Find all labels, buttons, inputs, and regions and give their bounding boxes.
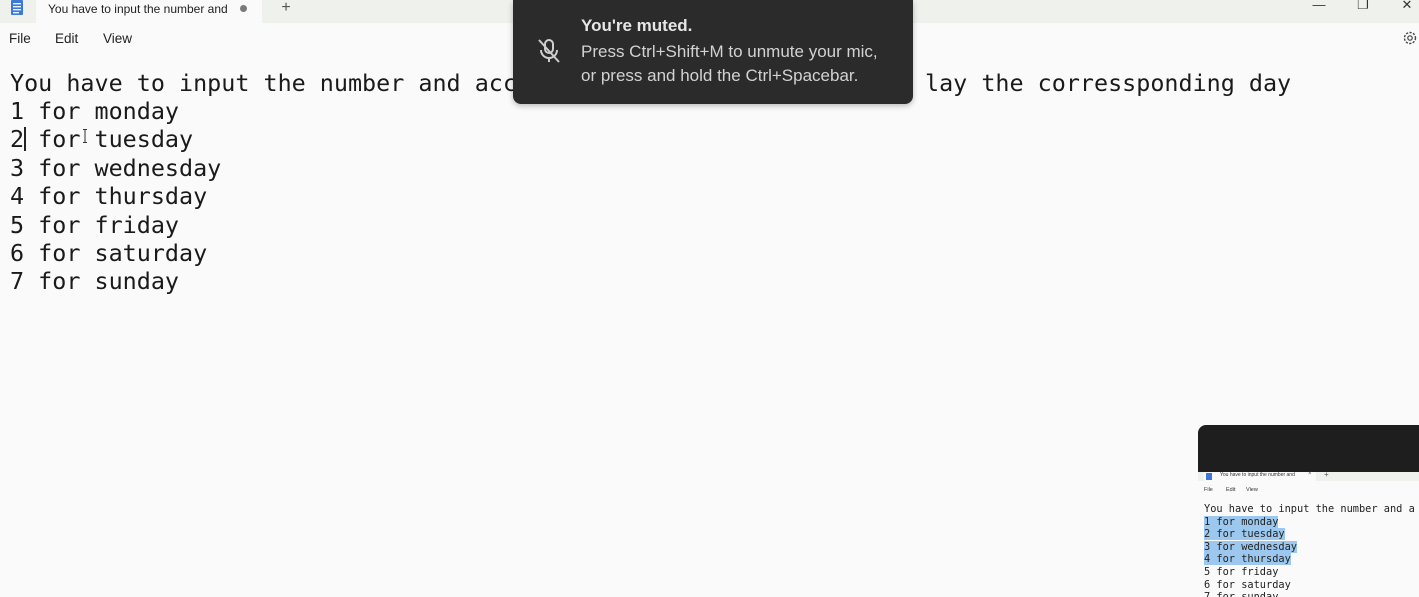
menu-file[interactable]: File [9, 31, 31, 46]
thumbnail-line-8: 7 for sunday [1204, 591, 1278, 597]
toast-line-1: Press Ctrl+Shift+M to unmute your mic, [581, 42, 878, 61]
thumbnail-menu-edit: Edit [1226, 487, 1236, 493]
muted-notification: You're muted. Press Ctrl+Shift+M to unmu… [513, 0, 913, 104]
thumbnail-tab-close-icon: × [1308, 471, 1312, 477]
notepad-window: You have to input the number and + — ❐ ✕… [0, 0, 1419, 597]
thumbnail-line-text: 1 for monday [1204, 515, 1279, 528]
thumbnail-line-text: 3 for wednesday [1204, 540, 1297, 553]
thumbnail-notepad-icon [1206, 473, 1212, 480]
editor-line-6: 5 for friday [10, 211, 179, 239]
thumbnail-line-6: 5 for friday [1204, 566, 1278, 579]
editor-line-4: 3 for wednesday [10, 154, 222, 182]
editor-line-5: 4 for thursday [10, 182, 208, 210]
thumbnail-line-text: 5 for friday [1204, 566, 1279, 578]
thumbnail-new-tab-icon: + [1324, 470, 1329, 479]
thumbnail-line-7: 6 for saturday [1204, 579, 1291, 592]
ibeam-cursor-icon [83, 129, 87, 143]
tab-title: You have to input the number and [48, 2, 228, 16]
thumbnail-menu-view: View [1246, 487, 1258, 493]
notepad-icon [11, 0, 23, 15]
editor-line-1: You have to input the number and acc [10, 69, 517, 97]
thumbnail-line-text: 2 for tuesday [1204, 528, 1285, 541]
thumbnail-line-text: 4 for thursday [1204, 553, 1291, 566]
editor-line-1-tail: lay the corressponding day [925, 69, 1292, 97]
thumbnail-menu-file: File [1204, 487, 1213, 493]
editor-line-2: 1 for monday [10, 97, 179, 125]
unsaved-dot-icon[interactable] [240, 5, 247, 12]
thumbnail-tab-title: You have to input the number and [1220, 472, 1295, 478]
toast-line-2: or press and hold the Ctrl+Spacebar. [581, 66, 859, 85]
thumbnail-line-1: You have to input the number and a [1204, 503, 1415, 516]
new-tab-button[interactable]: + [276, 0, 296, 18]
menu-view[interactable]: View [103, 31, 132, 46]
thumbnail-line-4: 3 for wednesday [1204, 540, 1297, 554]
close-button[interactable]: ✕ [1392, 0, 1419, 14]
minimize-button[interactable]: — [1304, 0, 1334, 14]
editor-line-8: 7 for sunday [10, 267, 179, 295]
text-caret [24, 127, 26, 151]
window-preview-thumbnail[interactable]: You have to input the number and × + Fil… [1198, 425, 1419, 597]
menu-edit[interactable]: Edit [55, 31, 78, 46]
gear-icon[interactable] [1402, 30, 1418, 46]
thumbnail-header [1198, 425, 1419, 472]
mic-muted-icon [538, 39, 560, 63]
tab-document[interactable]: You have to input the number and [36, 0, 262, 23]
thumbnail-line-text: 7 for sunday [1204, 591, 1278, 597]
thumbnail-line-text: You have to input the number and a [1204, 503, 1415, 515]
thumbnail-line-5: 4 for thursday [1204, 553, 1291, 566]
thumbnail-line-3: 2 for tuesday [1204, 528, 1285, 541]
editor-line-7: 6 for saturday [10, 239, 208, 267]
editor-line-3: 2 for tuesday [10, 125, 194, 153]
restore-button[interactable]: ❐ [1348, 0, 1378, 14]
thumbnail-line-text: 6 for saturday [1204, 578, 1291, 591]
thumbnail-line-2: 1 for monday [1204, 515, 1279, 529]
toast-title: You're muted. [581, 16, 693, 35]
